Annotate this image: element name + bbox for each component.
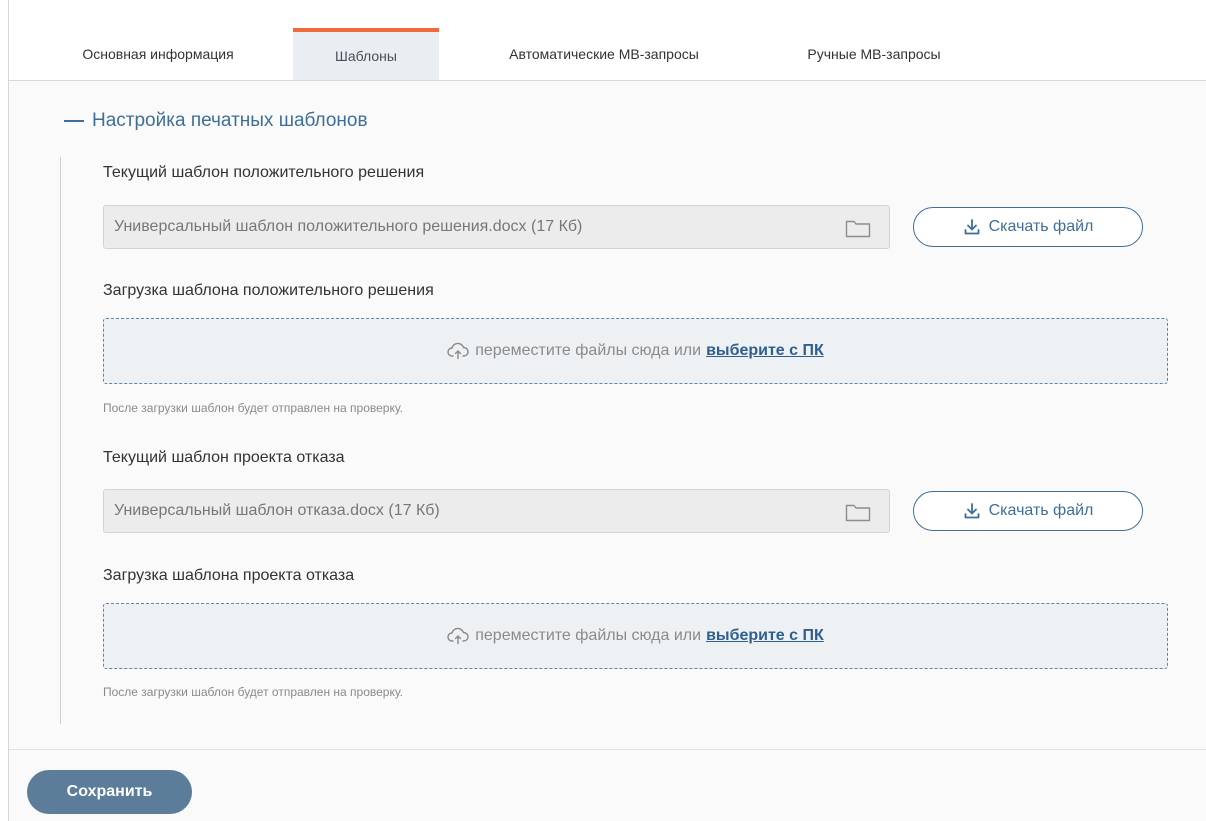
refusal-current-file-field: Универсальный шаблон отказа.docx (17 Кб) — [103, 489, 890, 533]
refusal-dropzone[interactable]: переместите файлы сюда или выберите с ПК — [103, 603, 1168, 669]
tab-bar: Основная информация Шаблоны Автоматическ… — [9, 0, 1206, 81]
minus-icon — [64, 120, 84, 122]
dropzone-text: переместите файлы сюда или — [475, 627, 702, 644]
positive-download-button[interactable]: Скачать файл — [913, 207, 1143, 247]
positive-current-file-field: Универсальный шаблон положительного реше… — [103, 205, 890, 249]
cloud-upload-icon — [447, 627, 469, 645]
folder-icon[interactable] — [845, 218, 871, 238]
tab-label: Ручные МВ-запросы — [807, 46, 941, 62]
positive-dropzone[interactable]: переместите файлы сюда или выберите с ПК — [103, 318, 1168, 384]
section-divider — [60, 157, 61, 724]
section-toggle[interactable]: Настройка печатных шаблонов — [64, 110, 368, 132]
tab-auto-requests[interactable]: Автоматические МВ-запросы — [459, 28, 749, 80]
refusal-upload-label: Загрузка шаблона проекта отказа — [103, 567, 355, 584]
positive-upload-label: Загрузка шаблона положительного решения — [103, 282, 434, 299]
choose-from-pc-link[interactable]: выберите с ПК — [706, 627, 824, 645]
refusal-download-button[interactable]: Скачать файл — [913, 491, 1143, 531]
refusal-upload-hint: После загрузки шаблон будет отправлен на… — [103, 685, 403, 699]
folder-icon[interactable] — [845, 502, 871, 522]
tab-manual-requests[interactable]: Ручные МВ-запросы — [769, 28, 979, 80]
section-title: Настройка печатных шаблонов — [92, 110, 368, 131]
tab-label: Автоматические МВ-запросы — [509, 46, 699, 62]
refusal-current-file-value: Универсальный шаблон отказа.docx (17 Кб) — [114, 502, 440, 519]
tab-label: Основная информация — [82, 46, 234, 62]
footer-divider — [9, 749, 1206, 750]
cloud-upload-icon — [447, 342, 469, 360]
choose-from-pc-link[interactable]: выберите с ПК — [706, 342, 824, 360]
download-icon — [964, 219, 980, 235]
download-label: Скачать файл — [988, 218, 1094, 235]
tab-basic-info[interactable]: Основная информация — [47, 28, 269, 80]
save-button[interactable]: Сохранить — [27, 770, 192, 814]
positive-current-file-value: Универсальный шаблон положительного реше… — [114, 218, 583, 235]
tab-label: Шаблоны — [335, 48, 397, 64]
refusal-current-label: Текущий шаблон проекта отказа — [103, 449, 345, 466]
download-icon — [964, 503, 980, 519]
tab-templates[interactable]: Шаблоны — [293, 28, 439, 80]
download-label: Скачать файл — [988, 502, 1094, 519]
positive-current-label: Текущий шаблон положительного решения — [103, 164, 425, 181]
settings-panel: Основная информация Шаблоны Автоматическ… — [8, 0, 1206, 821]
dropzone-text: переместите файлы сюда или — [475, 342, 702, 359]
positive-upload-hint: После загрузки шаблон будет отправлен на… — [103, 401, 403, 415]
